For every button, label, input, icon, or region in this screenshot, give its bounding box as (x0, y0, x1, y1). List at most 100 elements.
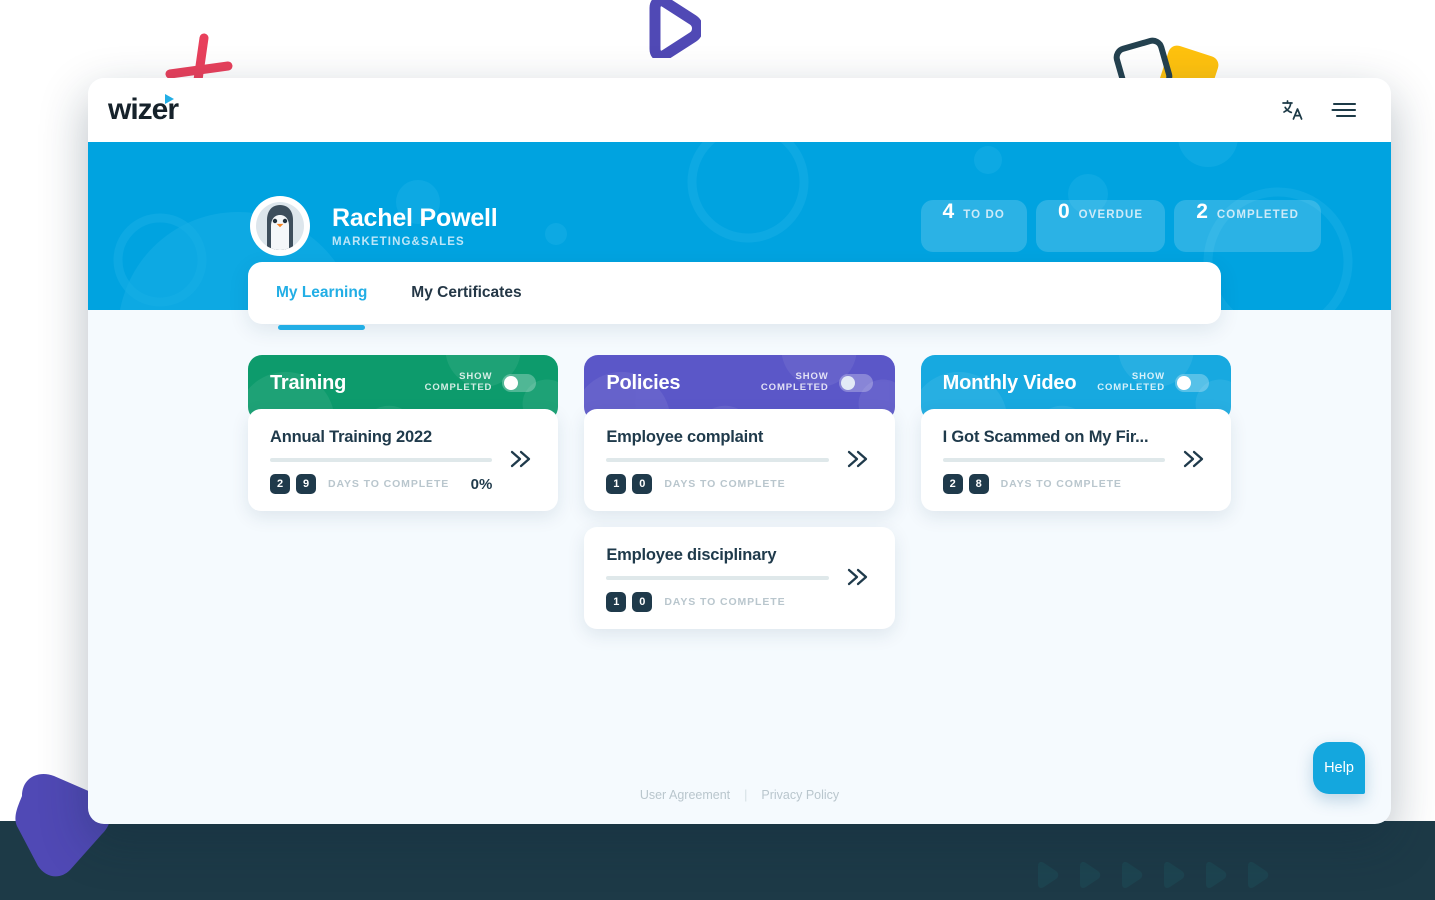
course-card-main: Annual Training 2022 29 DAYS TO COMPLETE… (270, 428, 493, 494)
profile-text: Rachel Powell MARKETING&SALES (332, 204, 498, 248)
profile-department: MARKETING&SALES (332, 235, 465, 248)
app-window: wizer Rachel Powell MARKETING&SALES 4 TO… (88, 78, 1391, 824)
stat-overdue-value: 0 (1057, 200, 1070, 223)
progress-bar (606, 458, 829, 462)
days-digit: 1 (606, 592, 627, 612)
penguin-avatar-icon (253, 199, 307, 253)
days-digit: 0 (632, 474, 653, 494)
hamburger-menu-icon[interactable] (1331, 100, 1357, 120)
top-bar-actions (1281, 98, 1357, 122)
chevron-right-icon[interactable] (1175, 446, 1211, 477)
course-title: Employee disciplinary (606, 546, 777, 564)
days-to-complete-label: DAYS TO COMPLETE (328, 478, 450, 490)
progress-bar (942, 458, 1165, 462)
show-completed-toggle[interactable]: SHOW COMPLETED (1097, 371, 1209, 394)
days-to-complete-label: DAYS TO COMPLETE (1000, 478, 1122, 490)
column-cards: Employee complaint 10 DAYS TO COMPLETE E… (584, 409, 895, 629)
stat-completed[interactable]: 2 COMPLETED (1174, 200, 1321, 252)
course-card-main: I Got Scammed on My Fir... 28 DAYS TO CO… (942, 428, 1165, 494)
show-completed-label: SHOW COMPLETED (1097, 371, 1165, 393)
chevron-right-icon[interactable] (502, 446, 538, 477)
days-digit: 2 (270, 474, 290, 494)
wizer-logo[interactable]: wizer (108, 93, 179, 127)
course-title: I Got Scammed on My Fir... (942, 428, 1149, 446)
play-decoration-icon (1038, 862, 1059, 888)
column-policies: Policies SHOW COMPLETED Employee complai… (584, 355, 895, 629)
stat-overdue[interactable]: 0 OVERDUE (1035, 200, 1166, 252)
course-card[interactable]: Annual Training 2022 29 DAYS TO COMPLETE… (248, 409, 559, 511)
column-monthly-video: Monthly Video SHOW COMPLETED I Got Scamm… (920, 355, 1231, 511)
stat-completed-label: COMPLETED (1216, 209, 1299, 221)
column-cards: I Got Scammed on My Fir... 28 DAYS TO CO… (920, 409, 1231, 511)
help-button-label: Help (1324, 760, 1354, 776)
course-card[interactable]: Employee disciplinary 10 DAYS TO COMPLET… (584, 527, 895, 629)
play-decoration-icon (1248, 862, 1269, 888)
course-card[interactable]: Employee complaint 10 DAYS TO COMPLETE (584, 409, 895, 511)
tab-my-certificates[interactable]: My Certificates (411, 262, 521, 324)
column-title: Monthly Video (942, 371, 1077, 394)
stat-completed-value: 2 (1196, 200, 1208, 223)
course-meta: 10 DAYS TO COMPLETE (606, 474, 828, 494)
tabs-card: My Learning My Certificates (248, 262, 1221, 330)
course-card-main: Employee disciplinary 10 DAYS TO COMPLET… (606, 546, 829, 612)
show-completed-toggle[interactable]: SHOW COMPLETED (760, 371, 873, 394)
column-training: Training SHOW COMPLETED Annual Training … (248, 355, 559, 511)
days-digit: 0 (632, 592, 653, 612)
show-completed-label: SHOW COMPLETED (424, 371, 493, 393)
course-title: Annual Training 2022 (270, 428, 432, 446)
toggle-switch[interactable] (1175, 374, 1209, 392)
progress-bar (606, 576, 829, 580)
column-cards: Annual Training 2022 29 DAYS TO COMPLETE… (248, 409, 559, 511)
course-card-main: Employee complaint 10 DAYS TO COMPLETE (606, 428, 829, 494)
profile-name: Rachel Powell (332, 204, 498, 233)
days-digit: 8 (968, 474, 989, 494)
learning-columns: Training SHOW COMPLETED Annual Training … (248, 355, 1231, 629)
days-digit: 9 (296, 474, 316, 494)
play-decoration-icon (1164, 862, 1185, 888)
privacy-policy-link[interactable]: Privacy Policy (761, 788, 839, 802)
stat-todo[interactable]: 4 TO DO (920, 200, 1027, 252)
toggle-switch[interactable] (502, 374, 537, 392)
stats-group: 4 TO DO 0 OVERDUE 2 COMPLETED (920, 200, 1321, 252)
stat-todo-value: 4 (942, 200, 955, 223)
days-to-complete-label: DAYS TO COMPLETE (664, 478, 786, 490)
chevron-right-icon[interactable] (839, 446, 875, 477)
play-decoration-icon (1122, 862, 1143, 888)
translate-icon[interactable] (1281, 98, 1305, 122)
penguin-avatar (250, 196, 310, 256)
course-title: Employee complaint (606, 428, 764, 446)
course-card[interactable]: I Got Scammed on My Fir... 28 DAYS TO CO… (920, 409, 1231, 511)
toggle-knob (1177, 376, 1191, 390)
user-agreement-link[interactable]: User Agreement (640, 788, 730, 802)
tab-my-learning[interactable]: My Learning (276, 262, 368, 330)
progress-bar (270, 458, 493, 462)
toggle-knob (840, 376, 855, 390)
column-title: Training (270, 371, 347, 394)
course-meta: 10 DAYS TO COMPLETE (606, 592, 828, 612)
toggle-switch[interactable] (838, 374, 873, 392)
tab-my-certificates-label: My Certificates (411, 284, 522, 301)
play-decoration-icon (649, 0, 701, 58)
show-completed-toggle[interactable]: SHOW COMPLETED (424, 371, 537, 394)
column-title: Policies (606, 371, 681, 394)
course-meta: 28 DAYS TO COMPLETE (942, 474, 1165, 494)
progress-percent: 0% (470, 475, 493, 493)
chevron-right-icon[interactable] (839, 564, 875, 595)
course-meta: 29 DAYS TO COMPLETE 0% (270, 474, 492, 494)
stat-overdue-label: OVERDUE (1078, 209, 1144, 221)
user-profile[interactable]: Rachel Powell MARKETING&SALES (250, 196, 498, 256)
show-completed-label: SHOW COMPLETED (760, 371, 829, 393)
days-digit: 2 (942, 474, 963, 494)
play-icon-row-decoration (1035, 858, 1285, 892)
days-digit: 1 (606, 474, 627, 494)
play-triangle-icon (165, 94, 175, 104)
play-decoration-icon (1206, 862, 1227, 888)
footer-separator: | (744, 788, 748, 802)
tab-my-learning-label: My Learning (276, 284, 368, 301)
toggle-knob (504, 376, 519, 390)
stat-todo-label: TO DO (963, 209, 1005, 221)
backdrop-slab (0, 821, 1435, 900)
help-button[interactable]: Help (1313, 742, 1365, 794)
play-decoration-icon (1080, 862, 1101, 888)
top-bar: wizer (88, 78, 1391, 142)
